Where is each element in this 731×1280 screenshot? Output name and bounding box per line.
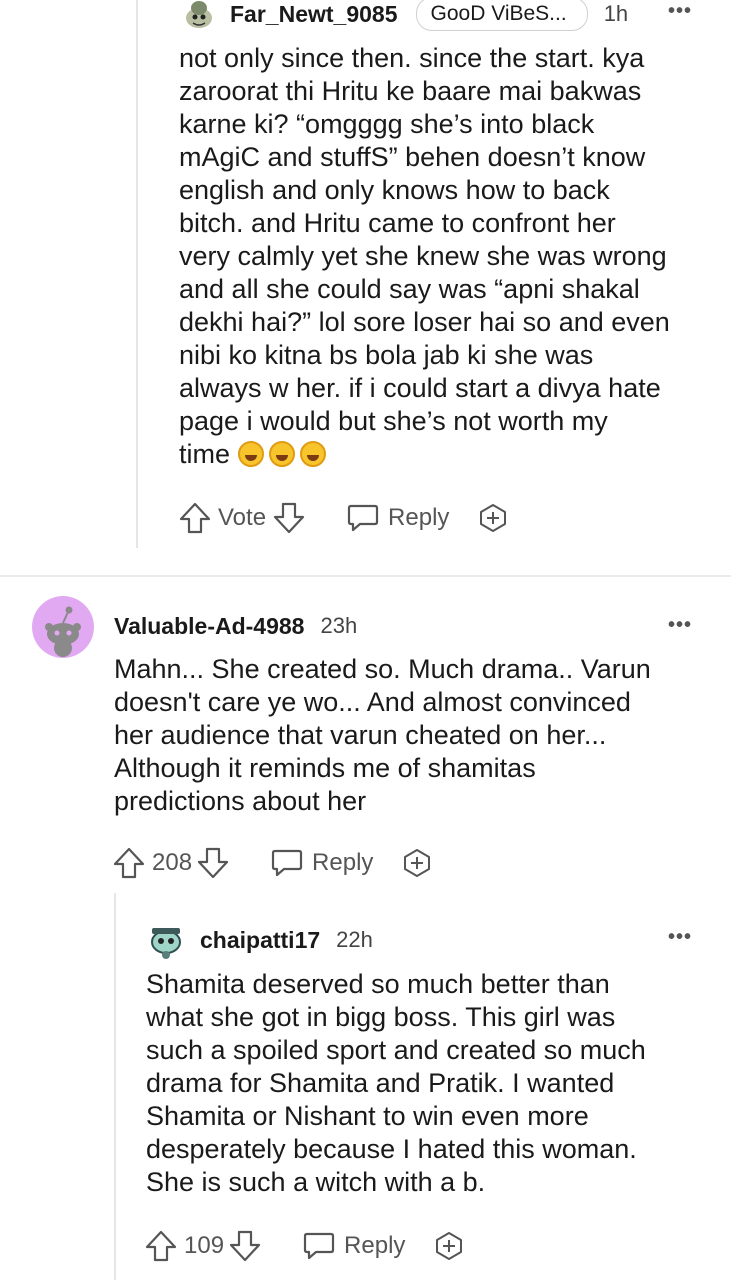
username[interactable]: chaipatti17 bbox=[200, 927, 320, 954]
rolling-laughing-emoji-icon bbox=[237, 441, 264, 467]
username[interactable]: Far_Newt_9085 bbox=[230, 1, 398, 28]
upvote-button[interactable] bbox=[178, 501, 212, 535]
reply-button[interactable]: Reply bbox=[346, 502, 449, 534]
upvote-button[interactable] bbox=[112, 846, 146, 880]
snoo-avatar-icon bbox=[151, 928, 181, 959]
award-button[interactable] bbox=[433, 1230, 465, 1262]
rolling-laughing-emoji-icon bbox=[299, 441, 326, 467]
upvote-arrow-icon bbox=[145, 1230, 177, 1262]
comment-divider bbox=[0, 575, 731, 577]
award-plus-icon bbox=[480, 504, 507, 532]
timestamp: 23h bbox=[320, 613, 358, 638]
reply-bubble-icon bbox=[303, 1232, 335, 1260]
rolling-laughing-emoji-icon bbox=[268, 441, 295, 467]
thread-line bbox=[114, 893, 116, 1280]
comment-actions: 109 Reply bbox=[144, 1228, 465, 1264]
downvote-button[interactable] bbox=[272, 501, 306, 535]
reply-bubble-icon bbox=[271, 849, 303, 877]
award-button[interactable] bbox=[477, 502, 509, 534]
reply-button[interactable]: Reply bbox=[302, 1230, 405, 1262]
vote-count: 109 bbox=[184, 1232, 225, 1259]
timestamp: 22h bbox=[336, 927, 373, 952]
award-plus-icon bbox=[404, 849, 431, 877]
snoo-avatar-icon bbox=[45, 606, 81, 657]
comment-meta: Far_Newt_9085 GooD ViBeS... 1h bbox=[230, 0, 629, 31]
user-flair: GooD ViBeS... bbox=[415, 0, 588, 31]
award-button[interactable] bbox=[401, 847, 433, 879]
comment-body: Mahn... She created so. Much drama.. Var… bbox=[114, 654, 651, 816]
avatar[interactable] bbox=[146, 920, 186, 960]
downvote-arrow-icon bbox=[197, 847, 229, 879]
reply-label: Reply bbox=[312, 849, 374, 876]
reply-bubble-icon bbox=[347, 504, 379, 532]
snoo-avatar-icon bbox=[186, 1, 212, 28]
comment-actions: 208 Reply bbox=[112, 845, 433, 881]
avatar[interactable] bbox=[182, 0, 216, 30]
award-plus-icon bbox=[436, 1232, 463, 1260]
comment-meta: Valuable-Ad-4988 23h bbox=[114, 612, 357, 640]
thread-line bbox=[136, 0, 138, 548]
downvote-button[interactable] bbox=[196, 846, 230, 880]
downvote-button[interactable] bbox=[228, 1229, 262, 1263]
comment-body: Shamita deserved so much better than wha… bbox=[146, 969, 646, 1197]
vote-label: Vote bbox=[218, 504, 267, 531]
downvote-arrow-icon bbox=[273, 502, 305, 534]
more-options-icon[interactable]: ••• bbox=[668, 0, 692, 23]
timestamp: 1h bbox=[603, 1, 629, 26]
upvote-arrow-icon bbox=[113, 847, 145, 879]
vote-count: 208 bbox=[152, 849, 193, 876]
upvote-button[interactable] bbox=[144, 1229, 178, 1263]
reply-label: Reply bbox=[344, 1232, 406, 1259]
comment-text: not only since then. since the start. ky… bbox=[179, 43, 670, 469]
comment-actions: Vote Reply bbox=[178, 500, 509, 536]
upvote-arrow-icon bbox=[179, 502, 211, 534]
reply-button[interactable]: Reply bbox=[270, 847, 373, 879]
comment-body: not only since then. since the start. ky… bbox=[179, 42, 709, 471]
more-options-icon[interactable]: ••• bbox=[668, 926, 692, 949]
avatar[interactable] bbox=[32, 596, 94, 658]
more-options-icon[interactable]: ••• bbox=[668, 614, 692, 637]
reply-label: Reply bbox=[388, 504, 450, 531]
downvote-arrow-icon bbox=[229, 1230, 261, 1262]
username[interactable]: Valuable-Ad-4988 bbox=[114, 613, 304, 640]
comment-meta: chaipatti17 22h bbox=[200, 926, 373, 954]
